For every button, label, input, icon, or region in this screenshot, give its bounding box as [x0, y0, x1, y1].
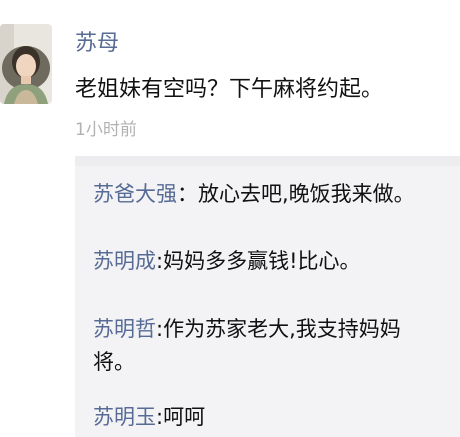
post-author-name[interactable]: 苏母: [75, 30, 119, 58]
comment-text-continuation: 将。: [93, 350, 135, 374]
post-timestamp: 1小时前: [75, 120, 137, 140]
profile-photo-icon: [0, 24, 52, 104]
commenter-name[interactable]: 苏明成: [93, 249, 156, 273]
comment-separator: ：: [177, 182, 198, 206]
post-text: 老姐妹有空吗？下午麻将约起。: [75, 77, 384, 102]
moments-post: 苏母 老姐妹有空吗？下午麻将约起。 1小时前 苏爸大强：放心去吧,晚饭我来做。 …: [0, 0, 460, 437]
commenter-name[interactable]: 苏明哲: [93, 317, 156, 341]
comment-text: 放心去吧,晚饭我来做。: [198, 182, 415, 206]
comment-item[interactable]: 苏爸大强：放心去吧,晚饭我来做。: [93, 178, 460, 210]
author-avatar[interactable]: [0, 24, 52, 104]
comments-section: 苏爸大强：放心去吧,晚饭我来做。 苏明成:妈妈多多赢钱!比心。 苏明哲:作为苏家…: [75, 156, 460, 437]
commenter-name[interactable]: 苏爸大强: [93, 182, 177, 206]
comment-text: 呵呵: [163, 405, 206, 429]
commenter-name[interactable]: 苏明玉: [93, 405, 156, 429]
comment-item[interactable]: 苏明玉:呵呵: [93, 401, 460, 433]
comment-item[interactable]: 苏明成:妈妈多多赢钱!比心。: [93, 245, 460, 277]
comment-text: 作为苏家老大,我支持妈妈: [163, 317, 401, 341]
comment-item[interactable]: 苏明哲:作为苏家老大,我支持妈妈: [93, 313, 460, 345]
comment-text: 妈妈多多赢钱!比心。: [163, 249, 361, 273]
